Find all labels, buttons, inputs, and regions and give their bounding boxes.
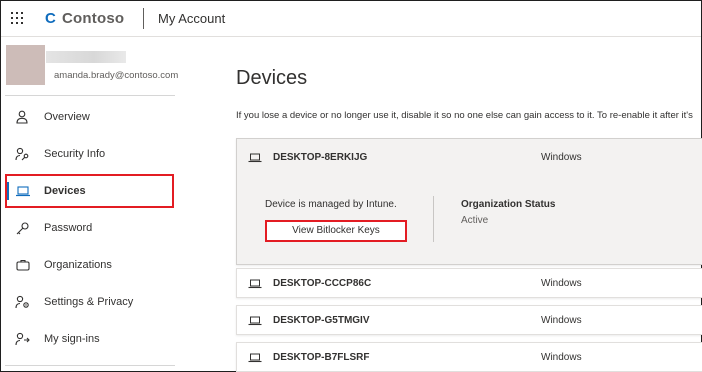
sidebar-item-password[interactable]: Password <box>5 214 175 242</box>
sidebar-item-label: Overview <box>44 111 90 123</box>
sidebar-item-label: My sign-ins <box>44 333 100 345</box>
user-email: amanda.brady@contoso.com <box>54 70 179 81</box>
sidebar-item-overview[interactable]: Overview <box>5 103 175 131</box>
top-bar: C Contoso My Account <box>1 1 701 37</box>
sidebar-item-security-info[interactable]: Security Info <box>5 140 175 168</box>
device-os: Windows <box>541 315 582 326</box>
device-name: DESKTOP-CCCP86C <box>273 278 372 289</box>
laptop-icon <box>248 153 262 163</box>
sign-ins-icon <box>15 332 31 346</box>
sidebar-divider <box>5 95 175 96</box>
laptop-icon <box>248 353 262 363</box>
contoso-logo-icon[interactable]: C <box>45 10 59 28</box>
waffle-menu-icon[interactable] <box>11 12 25 26</box>
page-title: Devices <box>236 67 308 89</box>
key-icon <box>15 221 31 235</box>
sidebar-item-settings-privacy[interactable]: Settings & Privacy <box>5 288 175 316</box>
device-os: Windows <box>541 352 582 363</box>
device-name: DESKTOP-8ERKIJG <box>273 152 368 163</box>
person-icon <box>15 110 31 124</box>
key-person-icon <box>15 147 31 161</box>
sidebar-item-label: Password <box>44 222 93 234</box>
header-divider <box>143 8 144 29</box>
sidebar-item-label: Security Info <box>44 148 106 160</box>
device-os: Windows <box>541 152 582 163</box>
view-bitlocker-keys-button[interactable]: View Bitlocker Keys <box>265 220 407 242</box>
sidebar-item-my-sign-ins[interactable]: My sign-ins <box>5 325 175 353</box>
device-name: DESKTOP-B7FLSRF <box>273 352 370 363</box>
details-divider <box>433 196 434 242</box>
avatar[interactable] <box>6 45 45 85</box>
user-name-redacted <box>46 51 126 63</box>
managed-by-intune-text: Device is managed by Intune. <box>265 199 397 210</box>
sidebar-item-label: Organizations <box>44 259 112 271</box>
device-os: Windows <box>541 278 582 289</box>
laptop-icon <box>248 279 262 289</box>
device-card[interactable]: DESKTOP-G5TMGIV Windows <box>236 305 702 335</box>
main-content: Devices If you lose a device or no longe… <box>188 37 702 372</box>
device-card[interactable]: DESKTOP-CCCP86C Windows <box>236 268 702 298</box>
brand-name[interactable]: Contoso <box>62 10 124 28</box>
sidebar-item-organizations[interactable]: Organizations <box>5 251 175 279</box>
devices-highlight-box <box>5 174 174 208</box>
app-title: My Account <box>158 11 226 26</box>
settings-person-icon <box>15 295 31 309</box>
device-card[interactable]: DESKTOP-B7FLSRF Windows <box>236 342 702 372</box>
organization-status-value: Active <box>461 215 489 226</box>
laptop-icon <box>248 316 262 326</box>
organization-status-label: Organization Status <box>461 199 556 210</box>
sidebar-bottom-divider <box>5 365 175 366</box>
sidebar-item-label: Settings & Privacy <box>44 296 134 308</box>
page-description: If you lose a device or no longer use it… <box>236 110 693 121</box>
device-card-expanded[interactable]: DESKTOP-8ERKIJG Windows Device is manage… <box>236 138 702 265</box>
briefcase-icon <box>15 258 31 272</box>
device-name: DESKTOP-G5TMGIV <box>273 315 370 326</box>
